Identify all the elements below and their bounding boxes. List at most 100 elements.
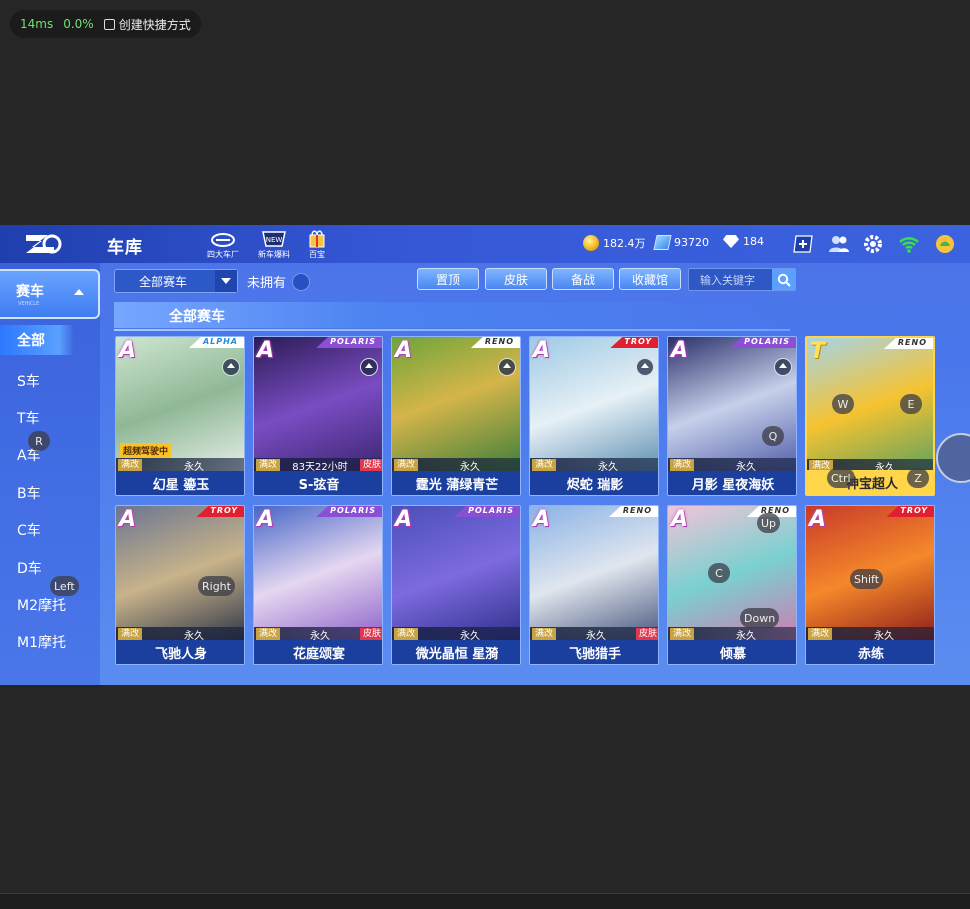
car-card[interactable]: A POLARIS 满改 永久 微光晶恒 星漪 [391,505,521,665]
car-class-badge: A [395,507,413,532]
category-sidebar: 赛车 VEHICLE 全部 S车 T车 A车 B车 C车 D车 M2摩托 M1摩… [0,263,100,685]
settings-gear-icon[interactable] [862,234,884,254]
shortcut-icon [103,18,115,30]
add-friend-icon[interactable] [792,234,814,254]
taskbar-strip [0,893,970,909]
section-divider [114,329,790,331]
car-name: 飞驰人身 [116,640,244,664]
sidebar-item-b[interactable]: B车 [0,474,92,511]
coin-icon [583,235,599,251]
car-name: 幻星 鎏玉 [116,471,244,495]
pin-top-button[interactable]: 置顶 [417,268,479,290]
unowned-label: 未拥有 [247,276,287,291]
car-name: 月影 星夜海妖 [668,471,796,495]
new-car-button[interactable]: NEW 新车爆料 [254,229,294,261]
car-card[interactable]: A TROY 满改 永久 烬蛇 瑞影 [529,336,659,496]
sidebar-item-s[interactable]: S车 [0,362,92,399]
svg-text:NEW: NEW [266,236,283,244]
keyhint-right: Right [198,576,235,596]
factory-button[interactable]: 四大车厂 [203,229,243,261]
search-input[interactable]: 输入关键字 [688,268,796,291]
car-card[interactable]: A RENO 满改 永久 霆光 蒲绿青芒 [391,336,521,496]
diamond-icon [723,235,739,248]
keyhint-e: E [900,394,922,414]
search-button[interactable] [772,269,795,290]
eject-icon[interactable] [360,358,378,376]
eject-icon[interactable] [636,358,654,376]
page-title: 车库 [107,238,143,258]
side-menu-button[interactable] [936,433,970,483]
car-card[interactable]: A POLARIS 满改 永久 月影 星夜海妖 [667,336,797,496]
car-card[interactable]: A RENO 满改 永久 皮肤 飞驰猎手 [529,505,659,665]
game-window: 车库 四大车厂 NEW 新车爆料 百宝 182.4万 93720 184 赛车 … [0,225,970,685]
car-class-badge: A [257,507,275,532]
gift-label: 百宝 [309,250,325,259]
car-card[interactable]: A ALPHA 超频驾驶中 满改 永久 幻星 鎏玉 [115,336,245,496]
car-class-badge: A [395,338,413,363]
car-card[interactable]: A POLARIS 满改 83天22小时 皮肤 S-弦音 [253,336,383,496]
sidebar-list: 全部 S车 T车 A车 B车 C车 D车 M2摩托 M1摩托 [0,325,92,661]
sidebar-subtitle: VEHICLE [18,301,40,307]
sidebar-item-c[interactable]: C车 [0,512,92,549]
sidebar-item-m2[interactable]: M2摩托 [0,586,92,623]
sidebar-item-d[interactable]: D车 [0,549,92,586]
unowned-toggle[interactable]: 未拥有 [247,272,311,291]
gem-icon [653,235,672,250]
car-name: S-弦音 [254,471,382,495]
sidebar-item-t[interactable]: T车 [0,399,92,436]
factory-label: 四大车厂 [207,250,239,259]
keyhint-ctrl: Ctrl [827,468,855,488]
keyhint-r: R [28,431,50,451]
dropdown-button[interactable] [215,270,237,292]
shortcut-label: 创建快捷方式 [118,17,191,32]
keyhint-z: Z [907,468,929,488]
gift-button[interactable]: 百宝 [297,229,337,261]
eject-icon[interactable] [774,358,792,376]
car-class-badge: A [671,507,689,532]
friends-icon[interactable] [828,234,850,254]
status-tag: 超频驾驶中 [120,443,172,458]
keyhint-q: Q [762,426,784,446]
loss-text: 0.0% [63,17,94,31]
diamond-value: 184 [743,235,764,248]
latency-text: 14ms [20,17,54,31]
car-grid: A ALPHA 超频驾驶中 满改 永久 幻星 鎏玉 A POLARIS 满改 83天22小时 皮肤 S… [115,336,935,665]
collection-button[interactable]: 收藏馆 [619,268,681,290]
perf-overlay: 14ms 0.0% 创建快捷方式 [10,10,201,38]
chevron-down-icon [221,278,231,284]
eject-icon[interactable] [222,358,240,376]
sidebar-item-all[interactable]: 全部 [0,325,74,355]
car-class-badge: A [809,507,827,532]
eject-icon[interactable] [498,358,516,376]
sidebar-header-vehicle[interactable]: 赛车 VEHICLE [0,269,100,319]
gem-value: 93720 [674,236,709,249]
car-name: 霆光 蒲绿青芒 [392,471,520,495]
skin-button[interactable]: 皮肤 [485,268,547,290]
car-class-badge: T [810,339,826,364]
filter-value: 全部赛车 [139,274,188,289]
car-class-badge: A [119,338,137,363]
new-car-label: 新车爆料 [258,250,290,259]
car-card[interactable]: A POLARIS 满改 永久 皮肤 花庭颂宴 [253,505,383,665]
keyhint-c: C [708,563,730,583]
car-class-badge: A [671,338,689,363]
keyhint-up: Up [757,513,781,533]
sidebar-title: 赛车 [16,284,44,300]
keyhint-down: Down [740,608,780,628]
car-name: 倾慕 [668,640,796,664]
avatar-icon[interactable] [934,234,956,254]
car-class-badge: A [533,338,551,363]
keyhint-shift: Shift [850,569,884,589]
game-logo-icon [26,234,62,254]
section-title: 全部赛车 [169,309,225,325]
sidebar-item-m1[interactable]: M1摩托 [0,624,92,661]
wifi-icon [899,237,919,253]
keyhint-left: Left [50,576,79,596]
car-name: 飞驰猎手 [530,640,658,664]
factory-icon [211,233,235,247]
create-shortcut-button[interactable]: 创建快捷方式 [103,16,191,33]
car-name: 微光晶恒 星漪 [392,640,520,664]
prepare-button[interactable]: 备战 [552,268,614,290]
search-icon [777,273,791,287]
car-filter-select[interactable]: 全部赛车 [114,269,238,293]
